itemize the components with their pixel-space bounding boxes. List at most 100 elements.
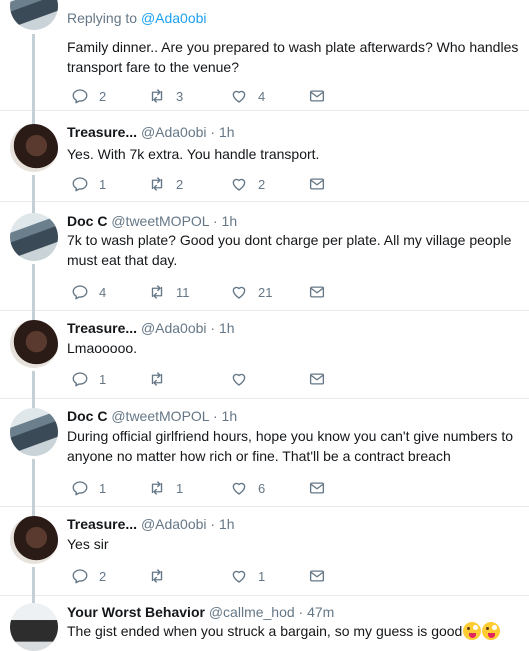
- user-handle[interactable]: @tweetMOPOL: [111, 213, 209, 229]
- retweet-icon: [148, 87, 166, 105]
- display-name[interactable]: Your Worst Behavior: [67, 604, 205, 620]
- avatar[interactable]: [10, 320, 58, 368]
- user-handle[interactable]: @callme_hod: [209, 604, 295, 620]
- like-button[interactable]: 4: [230, 86, 265, 106]
- timestamp[interactable]: 1h: [222, 213, 238, 229]
- avatar[interactable]: [10, 213, 58, 261]
- envelope-icon: [308, 479, 326, 497]
- avatar[interactable]: [10, 0, 58, 30]
- user-handle[interactable]: @tweetMOPOL: [111, 408, 209, 424]
- heart-icon: [230, 87, 248, 105]
- tweet[interactable]: Replying to @Ada0obi Family dinner.. Are…: [0, 0, 529, 114]
- like-button[interactable]: 1: [230, 566, 265, 586]
- timestamp[interactable]: 1h: [219, 320, 235, 336]
- tweet[interactable]: Doc C @tweetMOPOL · 1h During official g…: [0, 398, 529, 507]
- tweet[interactable]: Doc C @tweetMOPOL · 1h 7k to wash plate?…: [0, 201, 529, 311]
- like-count: 1: [258, 568, 266, 584]
- display-name[interactable]: Doc C: [67, 408, 107, 424]
- retweet-button[interactable]: 1: [148, 478, 183, 498]
- replying-label: Replying to: [67, 10, 138, 26]
- retweet-button[interactable]: 2: [148, 174, 183, 194]
- message-button[interactable]: [308, 478, 326, 498]
- reply-count: 4: [99, 284, 107, 300]
- retweet-icon: [148, 370, 166, 388]
- user-handle[interactable]: @Ada0obi: [141, 320, 207, 336]
- timestamp[interactable]: 1h: [219, 124, 235, 140]
- separator-dot: ·: [210, 320, 216, 336]
- retweet-count: 11: [176, 284, 190, 300]
- message-button[interactable]: [308, 282, 326, 302]
- replying-to: Replying to @Ada0obi: [67, 10, 207, 26]
- heart-icon: [230, 283, 248, 301]
- heart-icon: [230, 175, 248, 193]
- tweet[interactable]: Treasure... @Ada0obi · 1h Lmaooooo. 1: [0, 310, 529, 399]
- tweet[interactable]: Your Worst Behavior @callme_hod · 47m Th…: [0, 595, 529, 651]
- reply-count: 1: [99, 480, 107, 496]
- tweet-header: Treasure... @Ada0obi · 1h: [67, 320, 235, 336]
- envelope-icon: [308, 175, 326, 193]
- retweet-icon: [148, 567, 166, 585]
- reply-button[interactable]: 1: [71, 369, 106, 389]
- reply-icon: [71, 283, 89, 301]
- winking-tongue-face-emoji: [482, 622, 501, 640]
- like-count: 2: [258, 176, 266, 192]
- avatar[interactable]: [10, 408, 58, 456]
- reply-button[interactable]: 4: [71, 282, 106, 302]
- separator-dot: ·: [210, 124, 216, 140]
- tweet-text: Yes sir: [67, 536, 109, 552]
- reply-button[interactable]: 2: [71, 566, 106, 586]
- tweet[interactable]: Treasure... @Ada0obi · 1h Yes. With 7k e…: [0, 110, 529, 202]
- thread-line: [32, 201, 35, 213]
- tweet-text: The gist ended when you struck a bargain…: [67, 621, 522, 641]
- tweet-header: Treasure... @Ada0obi · 1h: [67, 516, 235, 532]
- reply-icon: [71, 370, 89, 388]
- timestamp[interactable]: 1h: [222, 408, 238, 424]
- message-button[interactable]: [308, 369, 326, 389]
- like-button[interactable]: 6: [230, 478, 265, 498]
- retweet-button[interactable]: 3: [148, 86, 183, 106]
- retweet-button[interactable]: [148, 369, 176, 389]
- avatar[interactable]: [10, 603, 58, 651]
- like-count: 21: [258, 284, 273, 300]
- retweet-button[interactable]: 11: [148, 282, 190, 302]
- replying-handle-link[interactable]: @Ada0obi: [141, 10, 207, 26]
- tweet[interactable]: Treasure... @Ada0obi · 1h Yes sir 2 1: [0, 506, 529, 596]
- message-button[interactable]: [308, 174, 326, 194]
- message-button[interactable]: [308, 86, 326, 106]
- reply-button[interactable]: 2: [71, 86, 106, 106]
- envelope-icon: [308, 87, 326, 105]
- reply-button[interactable]: 1: [71, 174, 106, 194]
- display-name[interactable]: Treasure...: [67, 124, 137, 140]
- display-name[interactable]: Treasure...: [67, 516, 137, 532]
- thread-line: [32, 175, 35, 202]
- reply-count: 2: [99, 88, 107, 104]
- like-button[interactable]: 21: [230, 282, 272, 302]
- retweet-icon: [148, 283, 166, 301]
- thread-line: [32, 310, 35, 320]
- display-name[interactable]: Doc C: [67, 213, 107, 229]
- avatar[interactable]: [10, 516, 58, 564]
- retweet-button[interactable]: [148, 566, 176, 586]
- reply-count: 1: [99, 371, 107, 387]
- timestamp[interactable]: 47m: [307, 604, 334, 620]
- message-button[interactable]: [308, 566, 326, 586]
- thread-line: [32, 398, 35, 408]
- display-name[interactable]: Treasure...: [67, 320, 137, 336]
- reply-icon: [71, 479, 89, 497]
- envelope-icon: [308, 567, 326, 585]
- thread-line: [32, 567, 35, 596]
- thread-line: [32, 371, 35, 399]
- timestamp[interactable]: 1h: [219, 516, 235, 532]
- user-handle[interactable]: @Ada0obi: [141, 516, 207, 532]
- reply-button[interactable]: 1: [71, 478, 106, 498]
- tweet-header: Doc C @tweetMOPOL · 1h: [67, 213, 237, 229]
- tweet-text: 7k to wash plate? Good you dont charge p…: [67, 232, 512, 268]
- winking-tongue-face-emoji: [463, 622, 482, 640]
- separator-dot: ·: [298, 604, 304, 620]
- user-handle[interactable]: @Ada0obi: [141, 124, 207, 140]
- like-button[interactable]: 2: [230, 174, 265, 194]
- tweet-header: Treasure... @Ada0obi · 1h: [67, 124, 235, 140]
- reply-count: 1: [99, 176, 107, 192]
- like-button[interactable]: [230, 369, 258, 389]
- avatar[interactable]: [10, 124, 58, 172]
